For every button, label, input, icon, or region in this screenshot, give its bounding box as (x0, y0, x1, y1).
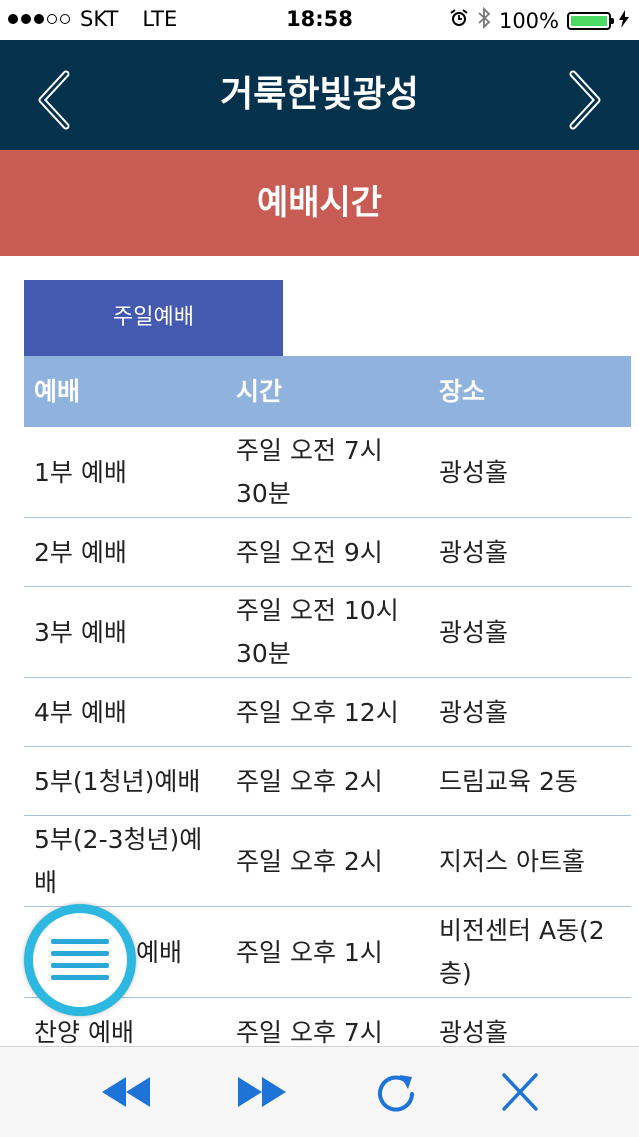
page-title: 거룩한빛광성 (220, 74, 419, 115)
status-right: 100% (449, 6, 629, 34)
table-row: 5부(1청년)예배 주일 오후 2시 드림교육 2동 (24, 747, 631, 816)
section-banner: 예배시간 (0, 150, 639, 256)
table-row: 1부 예배 주일 오전 7시 30분 광성홀 (24, 427, 631, 518)
cell-place: 광성홀 (439, 617, 509, 647)
table-header: 예배 시간 장소 (24, 356, 631, 427)
cell-service: 1부 예배 (34, 457, 127, 487)
close-icon (502, 1073, 538, 1111)
fast-forward-button[interactable] (234, 1067, 290, 1117)
table-row: 5부(2-3청년)예 배 주일 오후 2시 지저스 아트홀 (24, 816, 631, 907)
cell-time: 주일 오전 10시 30분 (226, 589, 431, 675)
alarm-icon (449, 8, 469, 33)
cell-service: 2부 예배 (34, 537, 127, 567)
bluetooth-icon (477, 6, 491, 34)
column-header-time: 시간 (236, 377, 283, 406)
cell-time-line: 주일 오전 7시 (236, 436, 383, 465)
cell-service: 3부 예배 (34, 617, 127, 647)
cell-service: 5부(1청년)예배 (34, 766, 201, 796)
battery-percent: 100% (498, 8, 559, 33)
cell-service: 5부(2-3청년)예 배 (24, 818, 226, 904)
cell-time: 주일 오후 2시 (236, 766, 383, 796)
cell-time-line: 30분 (236, 639, 291, 668)
cell-time: 주일 오후 12시 (236, 697, 399, 727)
cell-place: 광성홀 (439, 697, 509, 727)
rewind-icon (102, 1077, 150, 1107)
fast-forward-icon (238, 1077, 286, 1107)
cell-time-line: 30분 (236, 479, 291, 508)
cell-place-line: 비전센터 A동(2 (439, 916, 605, 945)
cell-place: 광성홀 (439, 457, 509, 487)
cell-time: 주일 오전 7시 30분 (226, 429, 431, 515)
app-header: 거룩한빛광성 (0, 40, 639, 150)
battery-icon (567, 11, 614, 30)
cell-place: 비전센터 A동(2 층) (431, 909, 631, 995)
cell-place: 드림교육 2동 (439, 766, 578, 796)
chevron-right-icon (569, 70, 601, 130)
cell-service: 4부 예배 (34, 697, 127, 727)
bottom-toolbar (0, 1046, 639, 1137)
refresh-icon (378, 1075, 414, 1112)
cell-service-line: 5부(2-3청년)예 (34, 825, 203, 854)
charging-icon (619, 9, 629, 33)
cell-time: 주일 오후 1시 (236, 937, 383, 967)
cell-time: 주일 오후 2시 (236, 846, 383, 876)
cell-time: 주일 오전 9시 (236, 537, 383, 567)
cell-service-line: 배 (34, 868, 58, 897)
column-header-service: 예배 (34, 377, 81, 406)
column-header-place: 장소 (439, 377, 486, 406)
close-button[interactable] (492, 1067, 548, 1117)
table-row: 2부 예배 주일 오전 9시 광성홀 (24, 518, 631, 587)
cell-time-line: 주일 오전 10시 (236, 596, 399, 625)
tab-sunday-service[interactable]: 주일예배 (24, 280, 283, 356)
hamburger-icon (51, 939, 109, 980)
cell-place-line: 층) (439, 959, 472, 988)
rewind-button[interactable] (98, 1067, 154, 1117)
table-row: 4부 예배 주일 오후 12시 광성홀 (24, 678, 631, 747)
cell-service-text: 예배 (136, 937, 183, 967)
status-bar: SKT LTE 18:58 100% (0, 0, 639, 40)
table-row: 3부 예배 주일 오전 10시 30분 광성홀 (24, 587, 631, 678)
forward-button[interactable] (561, 70, 611, 130)
refresh-button[interactable] (368, 1067, 424, 1117)
menu-button[interactable] (24, 904, 136, 1016)
section-title: 예배시간 (256, 183, 383, 223)
cell-place: 지저스 아트홀 (439, 846, 585, 876)
cell-place: 광성홀 (439, 537, 509, 567)
